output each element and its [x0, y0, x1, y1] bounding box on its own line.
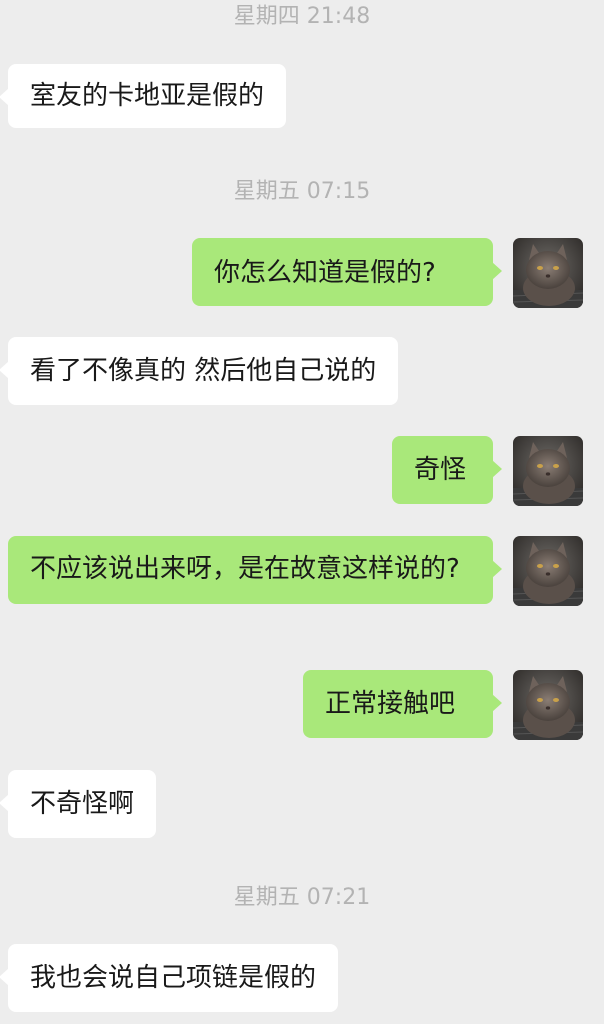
- message-bubble-outgoing[interactable]: 奇怪: [392, 436, 502, 504]
- message-text: 正常接触吧: [325, 689, 456, 719]
- message-bubble-outgoing[interactable]: 你怎么知道是假的?: [192, 238, 502, 306]
- cat-avatar[interactable]: [513, 238, 583, 308]
- message-bubble-incoming[interactable]: 不奇怪啊: [0, 770, 157, 838]
- cat-avatar-icon: [513, 670, 583, 740]
- cat-avatar-icon: [513, 238, 583, 308]
- timestamp: 星期五 07:21: [233, 885, 371, 910]
- cat-avatar[interactable]: [513, 670, 583, 740]
- message-text: 不应该说出来呀，是在故意这样说的?: [30, 554, 460, 584]
- chat-area[interactable]: 星期四 21:48 室友的卡地亚是假的 星期五 07:15 你怎么知道是假的? …: [0, 0, 604, 1024]
- message-bubble-incoming[interactable]: 看了不像真的 然后他自己说的: [0, 337, 399, 405]
- message-text: 奇怪: [414, 455, 467, 485]
- message-text: 不奇怪啊: [30, 789, 135, 819]
- cat-avatar[interactable]: [513, 436, 583, 506]
- cat-avatar-icon: [513, 536, 583, 606]
- timestamp: 星期五 07:15: [233, 179, 371, 204]
- message-bubble-incoming[interactable]: 室友的卡地亚是假的: [0, 64, 287, 128]
- cat-avatar-icon: [513, 436, 583, 506]
- message-text: 你怎么知道是假的?: [214, 258, 436, 288]
- message-bubble-outgoing[interactable]: 正常接触吧: [303, 670, 502, 738]
- message-text: 室友的卡地亚是假的: [30, 81, 265, 111]
- message-text: 我也会说自己项链是假的: [30, 963, 317, 993]
- message-bubble-outgoing[interactable]: 不应该说出来呀，是在故意这样说的?: [8, 536, 502, 604]
- message-bubble-incoming[interactable]: 我也会说自己项链是假的: [0, 944, 339, 1012]
- cat-avatar[interactable]: [513, 536, 583, 606]
- timestamp: 星期四 21:48: [233, 4, 371, 29]
- message-text: 看了不像真的 然后他自己说的: [30, 356, 377, 386]
